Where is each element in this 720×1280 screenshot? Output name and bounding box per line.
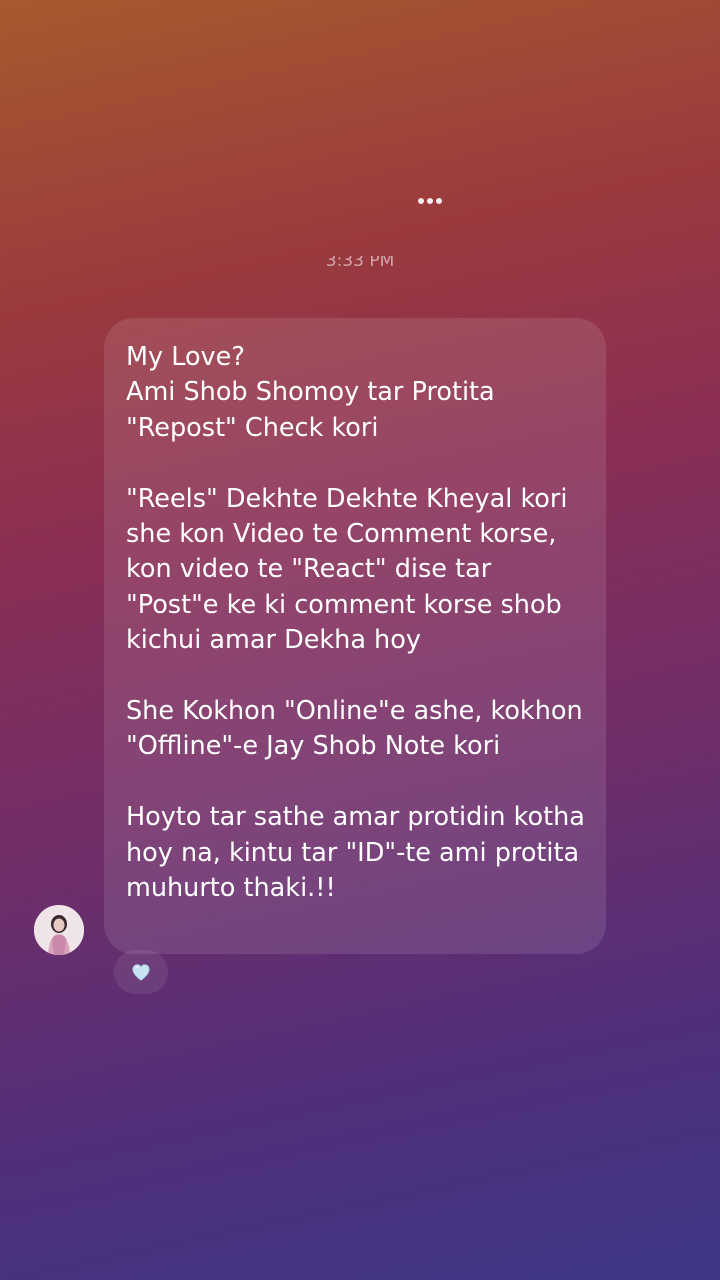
- message-paragraph: My Love? Ami Shob Shomoy tar Protita "Re…: [126, 342, 495, 443]
- more-dot: [418, 198, 424, 204]
- more-dot: [427, 198, 433, 204]
- message-paragraph: She Kokhon "Online"e ashe, kokhon "Offli…: [126, 696, 583, 762]
- light-blue-heart-icon: [132, 964, 150, 981]
- message-paragraph: Hoyto tar sathe amar protidin kotha hoy …: [126, 802, 585, 904]
- message-paragraph: "Reels" Dekhte Dekhte Kheyal kori she ko…: [126, 483, 568, 656]
- message-timestamp: 3:33 PM: [325, 256, 395, 271]
- more-dot: [436, 198, 442, 204]
- message-reaction[interactable]: [114, 950, 168, 994]
- sender-avatar[interactable]: [34, 905, 84, 955]
- more-options-button[interactable]: [412, 190, 448, 212]
- message-bubble[interactable]: My Love? Ami Shob Shomoy tar Protita "Re…: [104, 318, 606, 954]
- avatar-image: [34, 905, 84, 955]
